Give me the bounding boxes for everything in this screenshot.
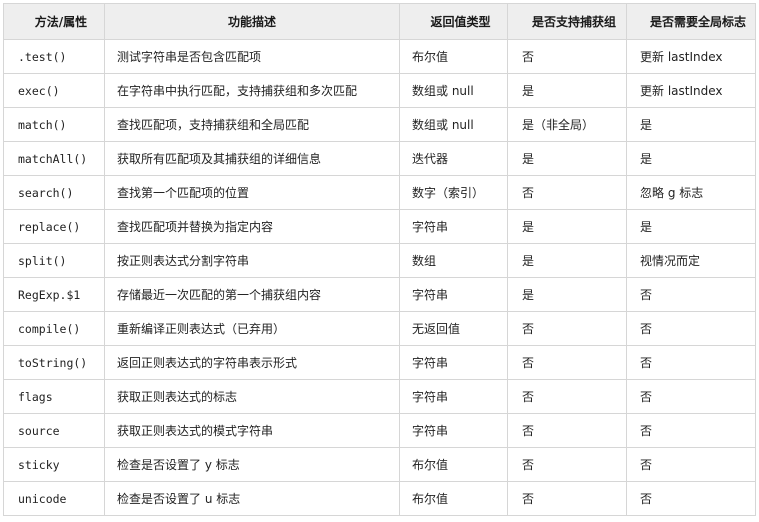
cell-capture: 是: [507, 141, 627, 176]
cell-return-type: 无返回值: [399, 311, 508, 346]
cell-global: 更新 lastIndex: [626, 73, 756, 108]
cell-global: 是: [626, 209, 756, 244]
cell-method: sticky: [3, 447, 105, 482]
cell-description: 重新编译正则表达式（已弃用）: [104, 311, 400, 346]
cell-return-type: 布尔值: [399, 447, 508, 482]
cell-global: 是: [626, 141, 756, 176]
cell-global: 否: [626, 311, 756, 346]
cell-capture: 是: [507, 243, 627, 278]
cell-return-type: 布尔值: [399, 39, 508, 74]
cell-method: flags: [3, 379, 105, 414]
cell-method: match(): [3, 107, 105, 142]
cell-return-type: 数组: [399, 243, 508, 278]
cell-global: 否: [626, 481, 756, 516]
table-row: split() 按正则表达式分割字符串 数组 是 视情况而定: [3, 243, 756, 278]
cell-global: 忽略 g 标志: [626, 175, 756, 210]
cell-return-type: 数组或 null: [399, 73, 508, 108]
table-row: search() 查找第一个匹配项的位置 数字（索引） 否 忽略 g 标志: [3, 175, 756, 210]
cell-global: 否: [626, 447, 756, 482]
cell-global: 否: [626, 345, 756, 380]
cell-return-type: 数组或 null: [399, 107, 508, 142]
cell-description: 查找第一个匹配项的位置: [104, 175, 400, 210]
table-row: flags 获取正则表达式的标志 字符串 否 否: [3, 379, 756, 414]
cell-global: 是: [626, 107, 756, 142]
cell-capture: 否: [507, 311, 627, 346]
cell-method: compile(): [3, 311, 105, 346]
cell-description: 查找匹配项，支持捕获组和全局匹配: [104, 107, 400, 142]
cell-method: RegExp.$1: [3, 277, 105, 312]
table-row: matchAll() 获取所有匹配项及其捕获组的详细信息 迭代器 是 是: [3, 141, 756, 176]
cell-method: toString(): [3, 345, 105, 380]
table-row: RegExp.$1 存储最近一次匹配的第一个捕获组内容 字符串 是 否: [3, 277, 756, 312]
cell-method: exec(): [3, 73, 105, 108]
header-description: 功能描述: [104, 3, 400, 40]
cell-global: 否: [626, 277, 756, 312]
table-row: toString() 返回正则表达式的字符串表示形式 字符串 否 否: [3, 345, 756, 380]
cell-capture: 否: [507, 379, 627, 414]
cell-description: 获取正则表达式的模式字符串: [104, 413, 400, 448]
cell-method: replace(): [3, 209, 105, 244]
cell-return-type: 字符串: [399, 413, 508, 448]
cell-capture: 否: [507, 345, 627, 380]
cell-method: .test(): [3, 39, 105, 74]
cell-description: 获取所有匹配项及其捕获组的详细信息: [104, 141, 400, 176]
cell-return-type: 字符串: [399, 277, 508, 312]
header-method: 方法/属性: [3, 3, 105, 40]
cell-capture: 是: [507, 277, 627, 312]
cell-capture: 否: [507, 481, 627, 516]
cell-description: 返回正则表达式的字符串表示形式: [104, 345, 400, 380]
cell-capture: 是（非全局）: [507, 107, 627, 142]
regexp-methods-table: 方法/属性 功能描述 返回值类型 是否支持捕获组 是否需要全局标志 .test(…: [3, 3, 756, 516]
cell-global: 否: [626, 379, 756, 414]
table-header-row: 方法/属性 功能描述 返回值类型 是否支持捕获组 是否需要全局标志: [3, 3, 756, 40]
cell-description: 获取正则表达式的标志: [104, 379, 400, 414]
cell-return-type: 数字（索引）: [399, 175, 508, 210]
cell-return-type: 迭代器: [399, 141, 508, 176]
table-row: source 获取正则表达式的模式字符串 字符串 否 否: [3, 413, 756, 448]
cell-return-type: 字符串: [399, 209, 508, 244]
cell-description: 在字符串中执行匹配，支持捕获组和多次匹配: [104, 73, 400, 108]
cell-description: 存储最近一次匹配的第一个捕获组内容: [104, 277, 400, 312]
cell-capture: 是: [507, 73, 627, 108]
table-row: .test() 测试字符串是否包含匹配项 布尔值 否 更新 lastIndex: [3, 39, 756, 74]
table-row: compile() 重新编译正则表达式（已弃用） 无返回值 否 否: [3, 311, 756, 346]
cell-capture: 否: [507, 447, 627, 482]
cell-description: 检查是否设置了 u 标志: [104, 481, 400, 516]
cell-description: 检查是否设置了 y 标志: [104, 447, 400, 482]
header-global-flag: 是否需要全局标志: [626, 3, 756, 40]
cell-global: 更新 lastIndex: [626, 39, 756, 74]
cell-global: 否: [626, 413, 756, 448]
cell-method: unicode: [3, 481, 105, 516]
table-row: exec() 在字符串中执行匹配，支持捕获组和多次匹配 数组或 null 是 更…: [3, 73, 756, 108]
cell-return-type: 字符串: [399, 345, 508, 380]
cell-capture: 否: [507, 175, 627, 210]
cell-capture: 否: [507, 39, 627, 74]
cell-method: matchAll(): [3, 141, 105, 176]
cell-return-type: 布尔值: [399, 481, 508, 516]
cell-capture: 否: [507, 413, 627, 448]
cell-global: 视情况而定: [626, 243, 756, 278]
cell-method: split(): [3, 243, 105, 278]
table-row: unicode 检查是否设置了 u 标志 布尔值 否 否: [3, 481, 756, 516]
table-row: sticky 检查是否设置了 y 标志 布尔值 否 否: [3, 447, 756, 482]
cell-description: 查找匹配项并替换为指定内容: [104, 209, 400, 244]
header-return-type: 返回值类型: [399, 3, 508, 40]
table-row: match() 查找匹配项，支持捕获组和全局匹配 数组或 null 是（非全局）…: [3, 107, 756, 142]
cell-method: source: [3, 413, 105, 448]
cell-description: 测试字符串是否包含匹配项: [104, 39, 400, 74]
header-capture-support: 是否支持捕获组: [507, 3, 627, 40]
table-row: replace() 查找匹配项并替换为指定内容 字符串 是 是: [3, 209, 756, 244]
cell-description: 按正则表达式分割字符串: [104, 243, 400, 278]
cell-return-type: 字符串: [399, 379, 508, 414]
cell-method: search(): [3, 175, 105, 210]
cell-capture: 是: [507, 209, 627, 244]
